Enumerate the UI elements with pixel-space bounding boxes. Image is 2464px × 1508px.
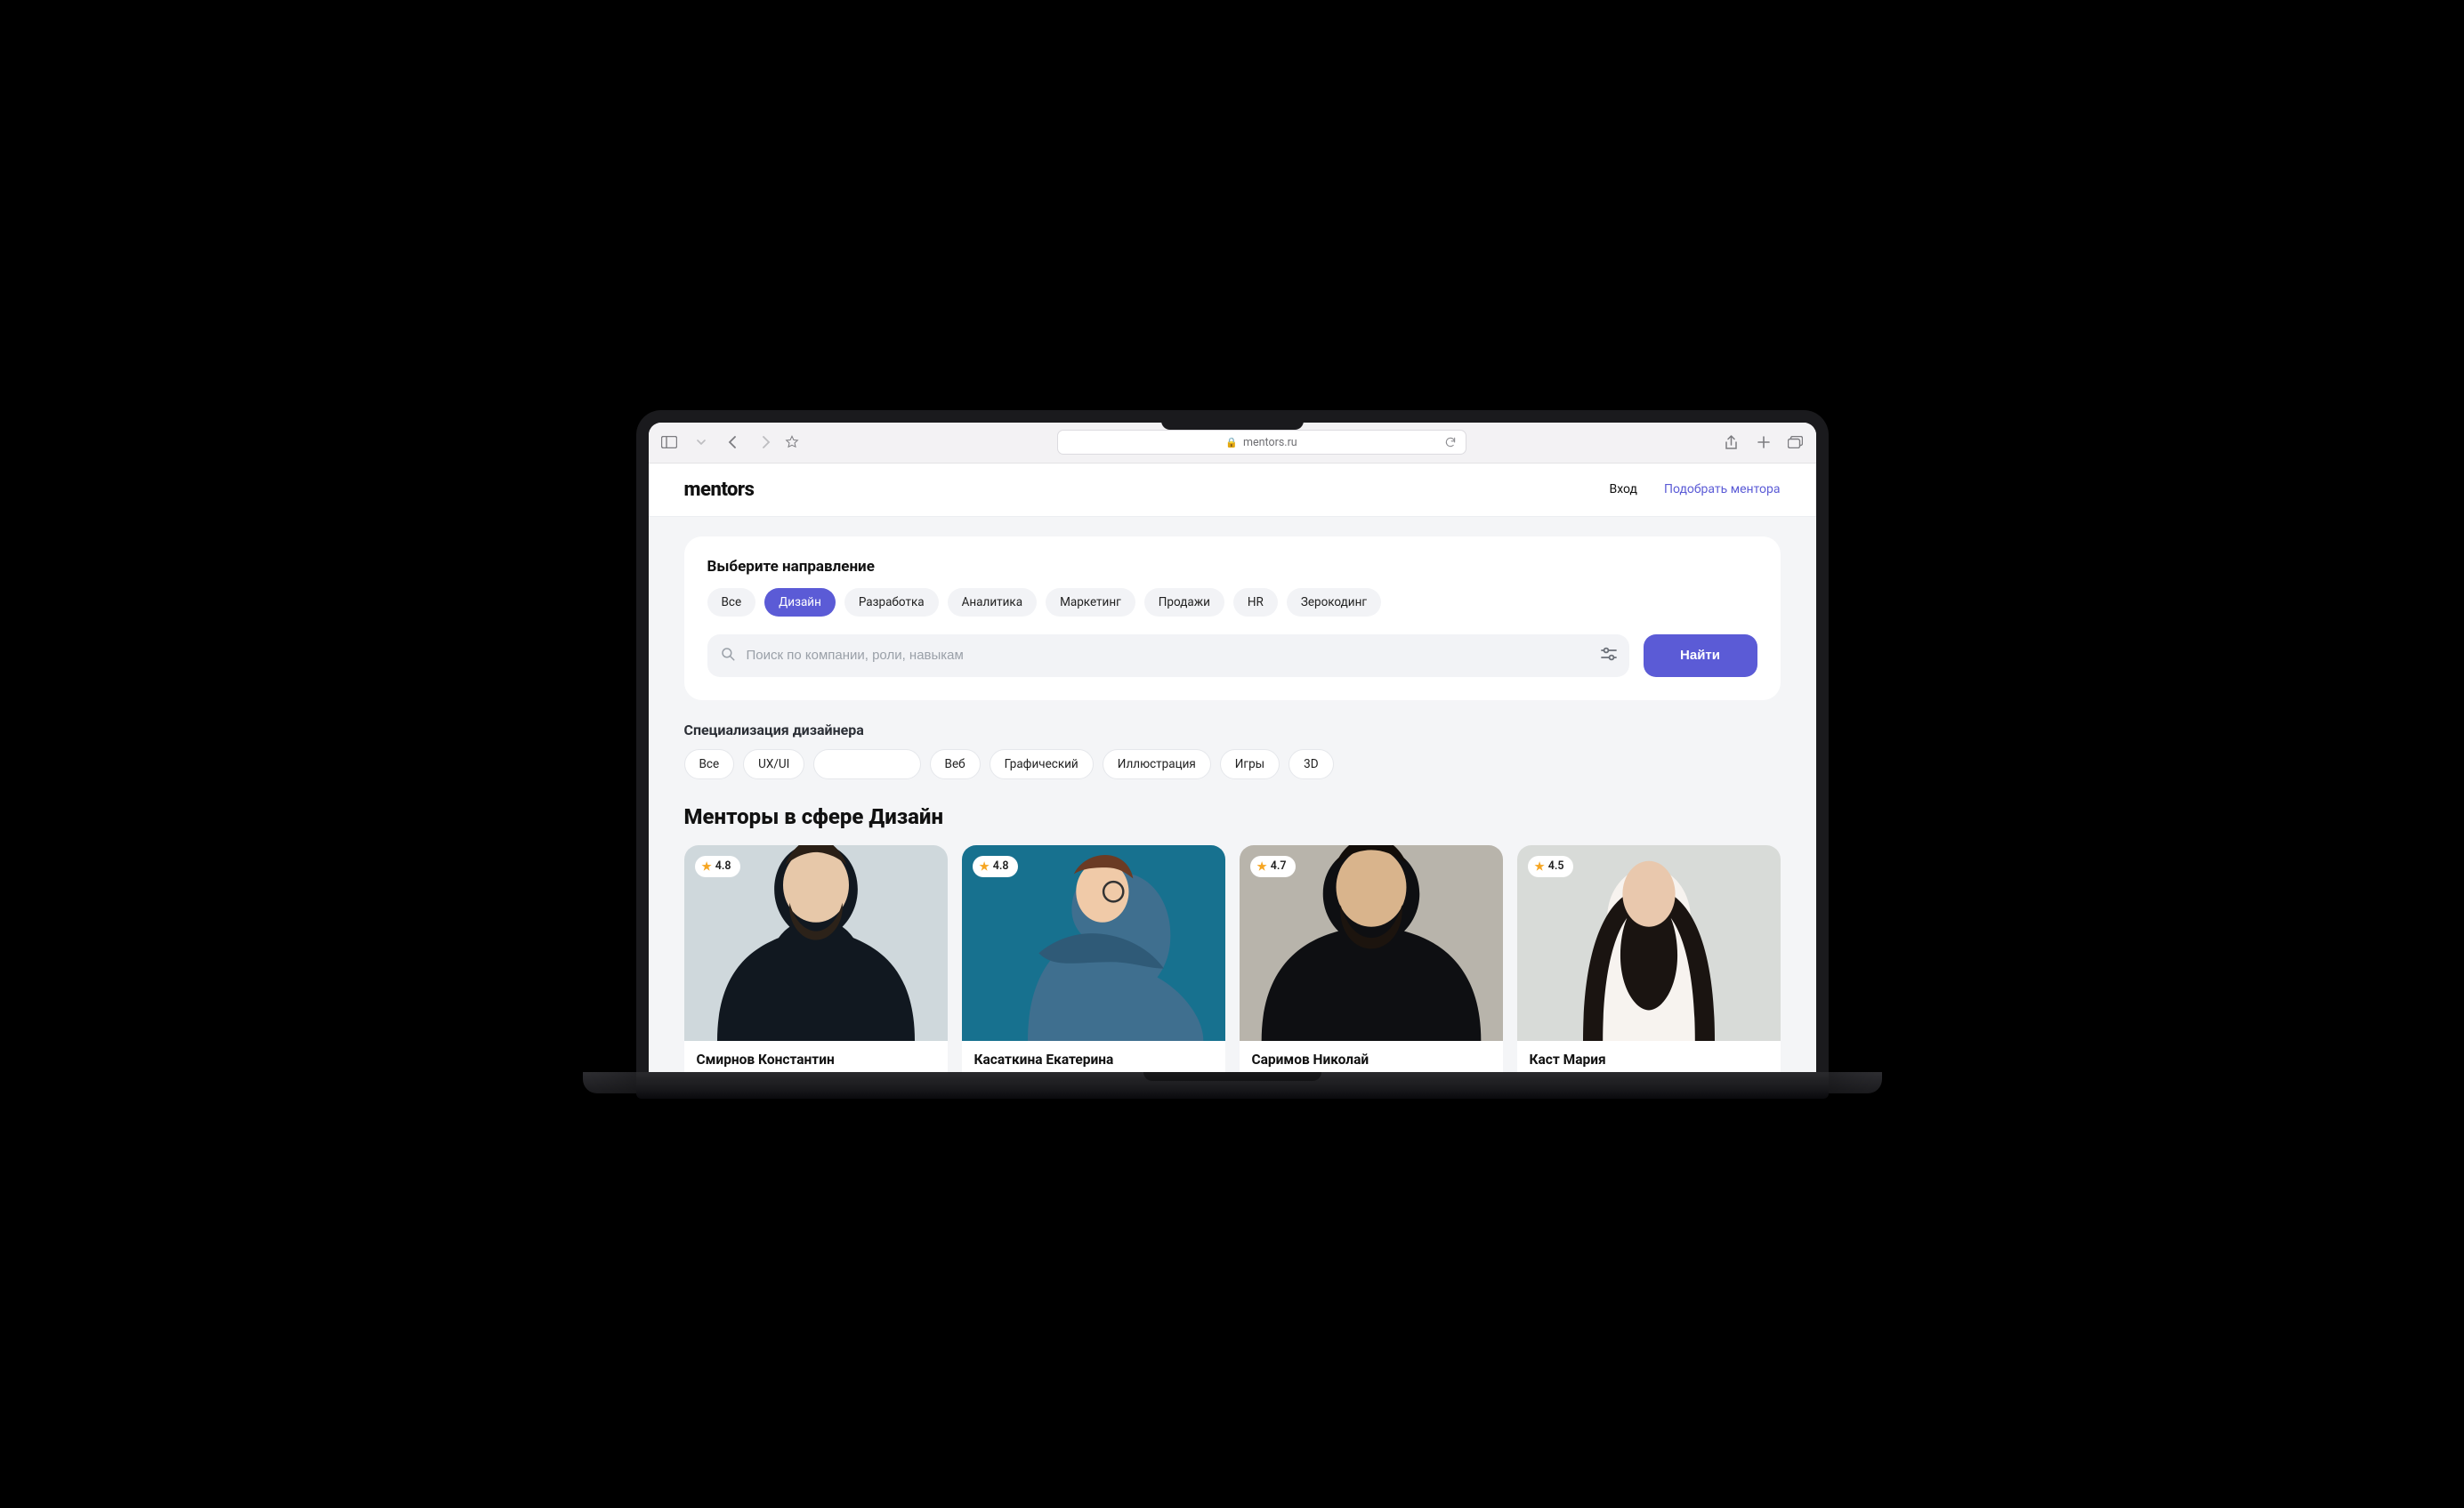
listing-title: Менторы в сфере Дизайн: [684, 804, 1781, 829]
mentor-card[interactable]: ★ 4.7 Саримов НиколайДизайн лидVVKННиколай…: [1240, 845, 1503, 1072]
specialization-pill[interactable]: 3D: [1289, 749, 1333, 779]
laptop-frame: 🔒 mentors.ru: [636, 410, 1829, 1099]
direction-pills: Все Дизайн Разработка Аналитика Маркетинг Про…: [707, 588, 1757, 617]
mentor-name: Саримов Николай: [1252, 1052, 1491, 1068]
direction-pill[interactable]: Разработка: [844, 588, 939, 617]
mentor-photo: ★ 4.7: [1240, 845, 1503, 1041]
bookmark-star-icon[interactable]: [784, 434, 800, 450]
star-icon: ★: [702, 859, 712, 874]
tabs-overview-icon[interactable]: [1788, 434, 1804, 450]
rating-badge: ★4.5: [1528, 856, 1573, 877]
rating-badge: ★ 4.7: [1250, 856, 1296, 877]
toolbar-left: [661, 434, 773, 450]
rating-badge: ★4.8: [973, 856, 1018, 877]
specialization-pill[interactable]: Графический: [990, 749, 1094, 779]
brand-logo[interactable]: mentors: [684, 479, 755, 501]
chevron-down-icon[interactable]: [693, 434, 709, 450]
mentor-name: Каст Мария: [1530, 1052, 1768, 1068]
direction-pill[interactable]: Маркетинг: [1046, 588, 1135, 617]
direction-title: Выберите направление: [707, 558, 1757, 576]
trackpad-notch: [1143, 1072, 1321, 1081]
mentor-name: Касаткина Екатерина: [974, 1052, 1213, 1068]
mentor-meta: Каст МарияАрт-директорЯЯндексЦЦиан: [1517, 1041, 1781, 1072]
header-nav: Вход Подобрать ментора: [1610, 482, 1781, 496]
display-notch: [1161, 410, 1304, 430]
rating-value: 4.5: [1548, 859, 1564, 873]
screen: 🔒 mentors.ru: [649, 423, 1816, 1072]
mentor-card[interactable]: ★4.8 Касаткина ЕкатеринаРуководитель напр…: [962, 845, 1225, 1072]
mentor-photo: ★4.5: [1517, 845, 1781, 1041]
address-bar-wrapper: 🔒 mentors.ru: [811, 430, 1713, 455]
search-icon: [720, 646, 736, 665]
star-icon: ★: [1535, 859, 1545, 874]
filter-sliders-icon[interactable]: [1601, 647, 1617, 665]
login-link[interactable]: Вход: [1610, 482, 1637, 496]
find-mentor-link[interactable]: Подобрать ментора: [1664, 482, 1781, 496]
forward-icon[interactable]: [757, 434, 773, 450]
mentor-meta: Саримов НиколайДизайн лидVVKННиколай и К…: [1240, 1041, 1503, 1072]
search-row: Найти: [707, 634, 1757, 677]
reload-icon[interactable]: [1442, 434, 1458, 450]
mentor-meta: Касаткина ЕкатеринаРуководитель направле…: [962, 1041, 1225, 1072]
rating-value: 4.8: [993, 859, 1009, 873]
star-icon: ★: [980, 859, 990, 874]
mentor-photo: ★4.8: [962, 845, 1225, 1041]
star-icon: ★: [1257, 859, 1267, 874]
specialization-pills: Все UX/UI Продуктовый Веб Графический Иллюстр…: [684, 749, 1781, 779]
mentor-name: Смирнов Константин: [697, 1052, 935, 1068]
direction-pill[interactable]: Аналитика: [948, 588, 1037, 617]
direction-filter-card: Выберите направление Все Дизайн Разработка…: [684, 536, 1781, 700]
specialization-pill[interactable]: Веб: [930, 749, 981, 779]
back-icon[interactable]: [725, 434, 741, 450]
new-tab-icon[interactable]: [1756, 434, 1772, 450]
sidebar-toggle-icon[interactable]: [661, 434, 677, 450]
content: Выберите направление Все Дизайн Разработка…: [649, 517, 1816, 1072]
address-bar[interactable]: 🔒 mentors.ru: [1057, 430, 1466, 455]
laptop-base: [636, 1072, 1829, 1099]
mentor-card[interactable]: ★4.5 Каст МарияАрт-директорЯЯндексЦЦиан: [1517, 845, 1781, 1072]
page: mentors Вход Подобрать ментора Выберите …: [649, 464, 1816, 1072]
lock-icon: 🔒: [1225, 437, 1238, 448]
search-box: [707, 634, 1629, 677]
site-header: mentors Вход Подобрать ментора: [649, 464, 1816, 517]
specialization-pill[interactable]: Все: [684, 749, 735, 779]
specialization-pill[interactable]: Продуктовый: [813, 749, 920, 779]
direction-pill[interactable]: Дизайн: [764, 588, 836, 617]
specialization-pill[interactable]: UX/UI: [743, 749, 804, 779]
mentor-grid: ★4.8Смирнов КонстантинСтарший продуктовы…: [684, 845, 1781, 1072]
toolbar-right: [1724, 434, 1804, 450]
direction-pill[interactable]: Все: [707, 588, 756, 617]
direction-pill[interactable]: Зерокодинг: [1287, 588, 1381, 617]
url-label: mentors.ru: [1243, 436, 1297, 449]
mentor-photo: ★4.8: [684, 845, 948, 1041]
search-button[interactable]: Найти: [1644, 634, 1757, 677]
specialization-pill[interactable]: Игры: [1220, 749, 1280, 779]
share-icon[interactable]: [1724, 434, 1740, 450]
direction-pill[interactable]: HR: [1233, 588, 1278, 617]
direction-pill[interactable]: Продажи: [1144, 588, 1224, 617]
specialization-title: Специализация дизайнера: [684, 722, 1781, 738]
mentor-meta: Смирнов КонстантинСтарший продуктовый ди…: [684, 1041, 948, 1072]
mentor-card[interactable]: ★4.8 Смирнов КонстантинСтарший продуктовы…: [684, 845, 948, 1072]
search-input[interactable]: [747, 648, 1590, 663]
specialization-pill[interactable]: Иллюстрация: [1103, 749, 1211, 779]
rating-value: 4.7: [1271, 859, 1287, 873]
screen-bezel: 🔒 mentors.ru: [636, 410, 1829, 1072]
rating-value: 4.8: [715, 859, 731, 873]
rating-badge: ★4.8: [695, 856, 740, 877]
